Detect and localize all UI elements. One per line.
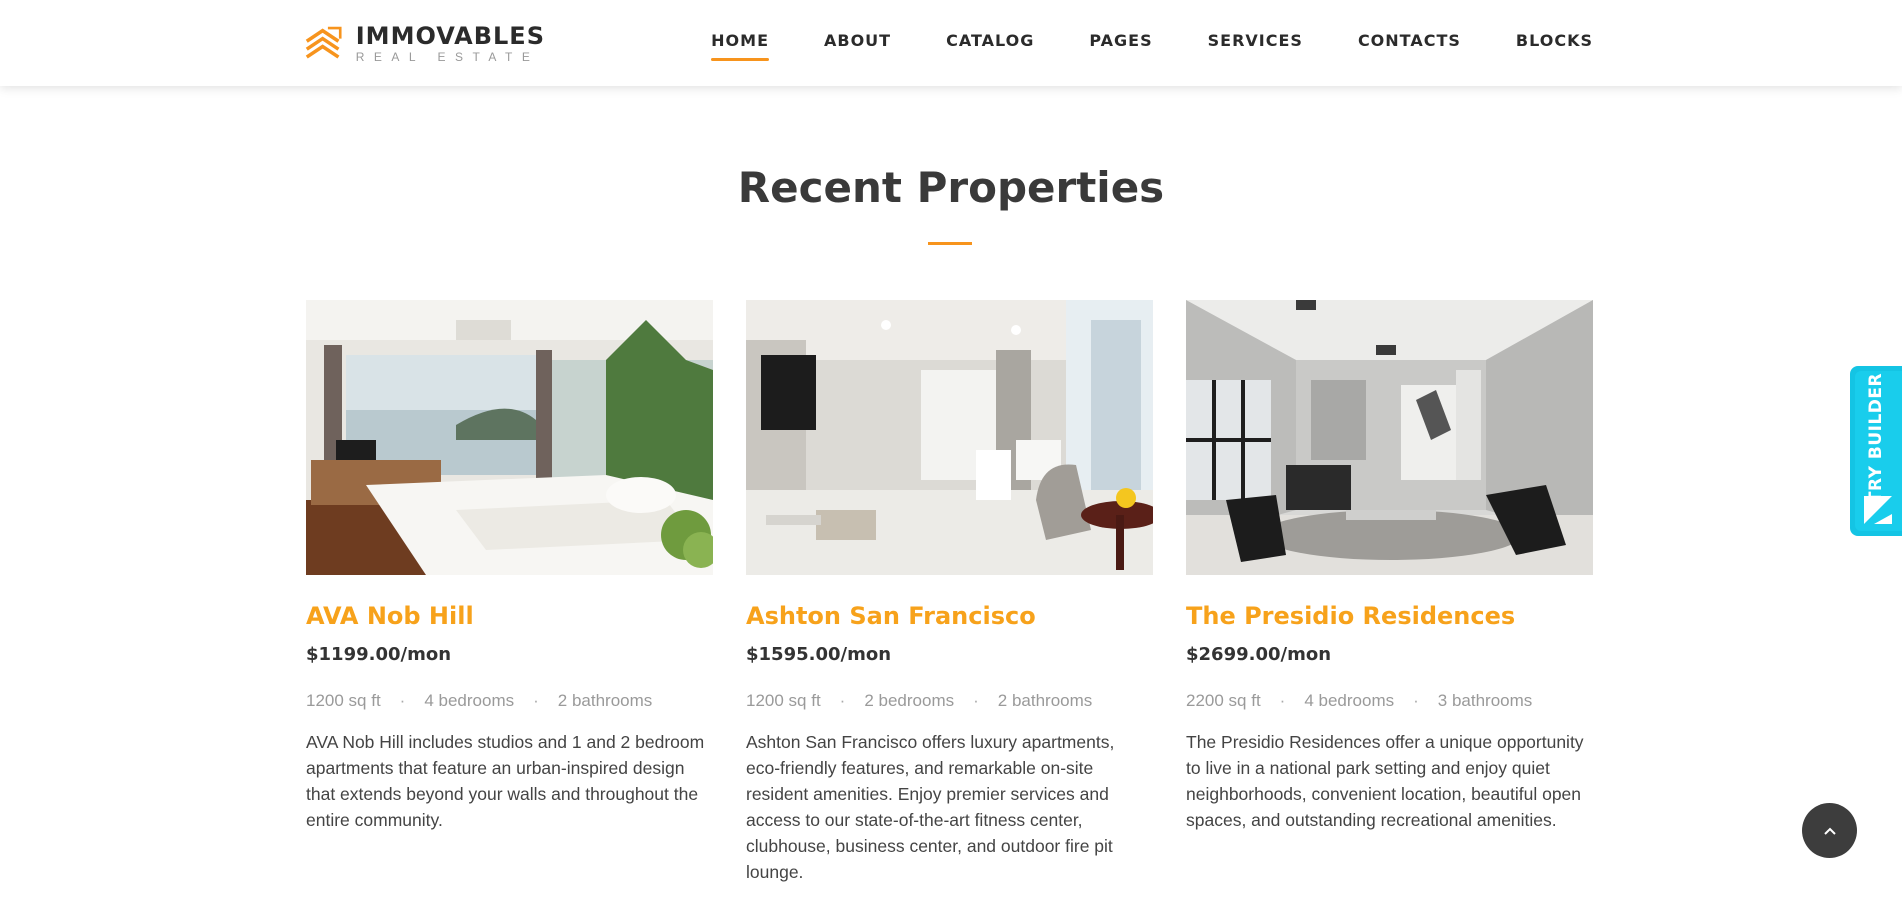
property-bathrooms: 2 bathrooms — [997, 691, 1093, 710]
back-to-top-button[interactable] — [1802, 803, 1857, 858]
meta-separator: · — [1413, 691, 1419, 710]
section-title: Recent Properties — [737, 163, 1165, 212]
builder-logo-icon — [1864, 496, 1892, 524]
brand-subtitle: REAL ESTATE — [355, 49, 540, 64]
property-price: $1595.00/mon — [746, 644, 892, 665]
site-header: IMMOVABLES REAL ESTATE HOME ABOUT CATALO… — [0, 0, 1902, 86]
nav-item-services[interactable]: SERVICES — [1208, 30, 1303, 52]
property-meta: 1200 sq ft · 2 bedrooms · 2 bathrooms — [746, 689, 1153, 713]
property-meta: 1200 sq ft · 4 bedrooms · 2 bathrooms — [306, 689, 713, 713]
logo-text: IMMOVABLES REAL ESTATE — [356, 23, 545, 64]
meta-separator: · — [399, 691, 406, 710]
try-builder-label: TRY BUILDER — [1866, 372, 1886, 504]
property-bathrooms: 3 bathrooms — [1437, 691, 1533, 710]
nav-item-home[interactable]: HOME — [711, 30, 769, 61]
brand-title: IMMOVABLES — [355, 21, 545, 50]
property-card: Ashton San Francisco $1595.00/mon 1200 s… — [746, 300, 1153, 885]
nav-item-contacts[interactable]: CONTACTS — [1358, 30, 1461, 52]
property-bathrooms: 2 bathrooms — [557, 691, 653, 710]
stacked-chevrons-logo-icon — [305, 26, 342, 59]
nav-item-catalog[interactable]: CATALOG — [946, 30, 1034, 52]
property-meta: 2200 sq ft · 4 bedrooms · 3 bathrooms — [1186, 689, 1593, 713]
white-living-room-photo[interactable] — [746, 300, 1153, 575]
property-name[interactable]: AVA Nob Hill — [306, 601, 713, 631]
property-price: $1199.00/mon — [306, 644, 452, 665]
property-price: $2699.00/mon — [1186, 644, 1332, 665]
property-area: 1200 sq ft — [306, 691, 381, 710]
chevron-up-icon — [1823, 827, 1836, 835]
property-bedrooms: 4 bedrooms — [424, 691, 515, 710]
meta-separator: · — [839, 691, 846, 710]
property-bedrooms: 2 bedrooms — [864, 691, 955, 710]
property-area: 1200 sq ft — [746, 691, 821, 710]
grey-lounge-room-photo[interactable] — [1186, 300, 1593, 575]
main-navigation: HOME ABOUT CATALOG PAGES SERVICES CONTAC… — [711, 30, 1593, 61]
bedroom-sea-view-photo[interactable] — [306, 300, 713, 575]
meta-separator: · — [533, 691, 539, 710]
property-card: AVA Nob Hill $1199.00/mon 1200 sq ft · 4… — [306, 300, 713, 833]
try-builder-tab[interactable]: TRY BUILDER — [1850, 366, 1902, 536]
meta-separator: · — [973, 691, 979, 710]
property-name[interactable]: Ashton San Francisco — [746, 601, 1153, 631]
property-area: 2200 sq ft — [1186, 691, 1261, 710]
property-description: The Presidio Residences offer a unique o… — [1186, 732, 1584, 830]
property-card: The Presidio Residences $2699.00/mon 220… — [1186, 300, 1593, 833]
brand-logo[interactable]: IMMOVABLES REAL ESTATE — [305, 22, 545, 64]
property-description: AVA Nob Hill includes studios and 1 and … — [306, 732, 705, 830]
nav-item-blocks[interactable]: BLOCKS — [1516, 30, 1593, 52]
title-divider — [928, 242, 972, 245]
nav-item-pages[interactable]: PAGES — [1089, 30, 1152, 52]
property-description: Ashton San Francisco offers luxury apart… — [746, 732, 1115, 882]
property-name[interactable]: The Presidio Residences — [1186, 601, 1593, 631]
meta-separator: · — [1279, 691, 1286, 710]
nav-item-about[interactable]: ABOUT — [824, 30, 891, 52]
property-bedrooms: 4 bedrooms — [1304, 691, 1395, 710]
